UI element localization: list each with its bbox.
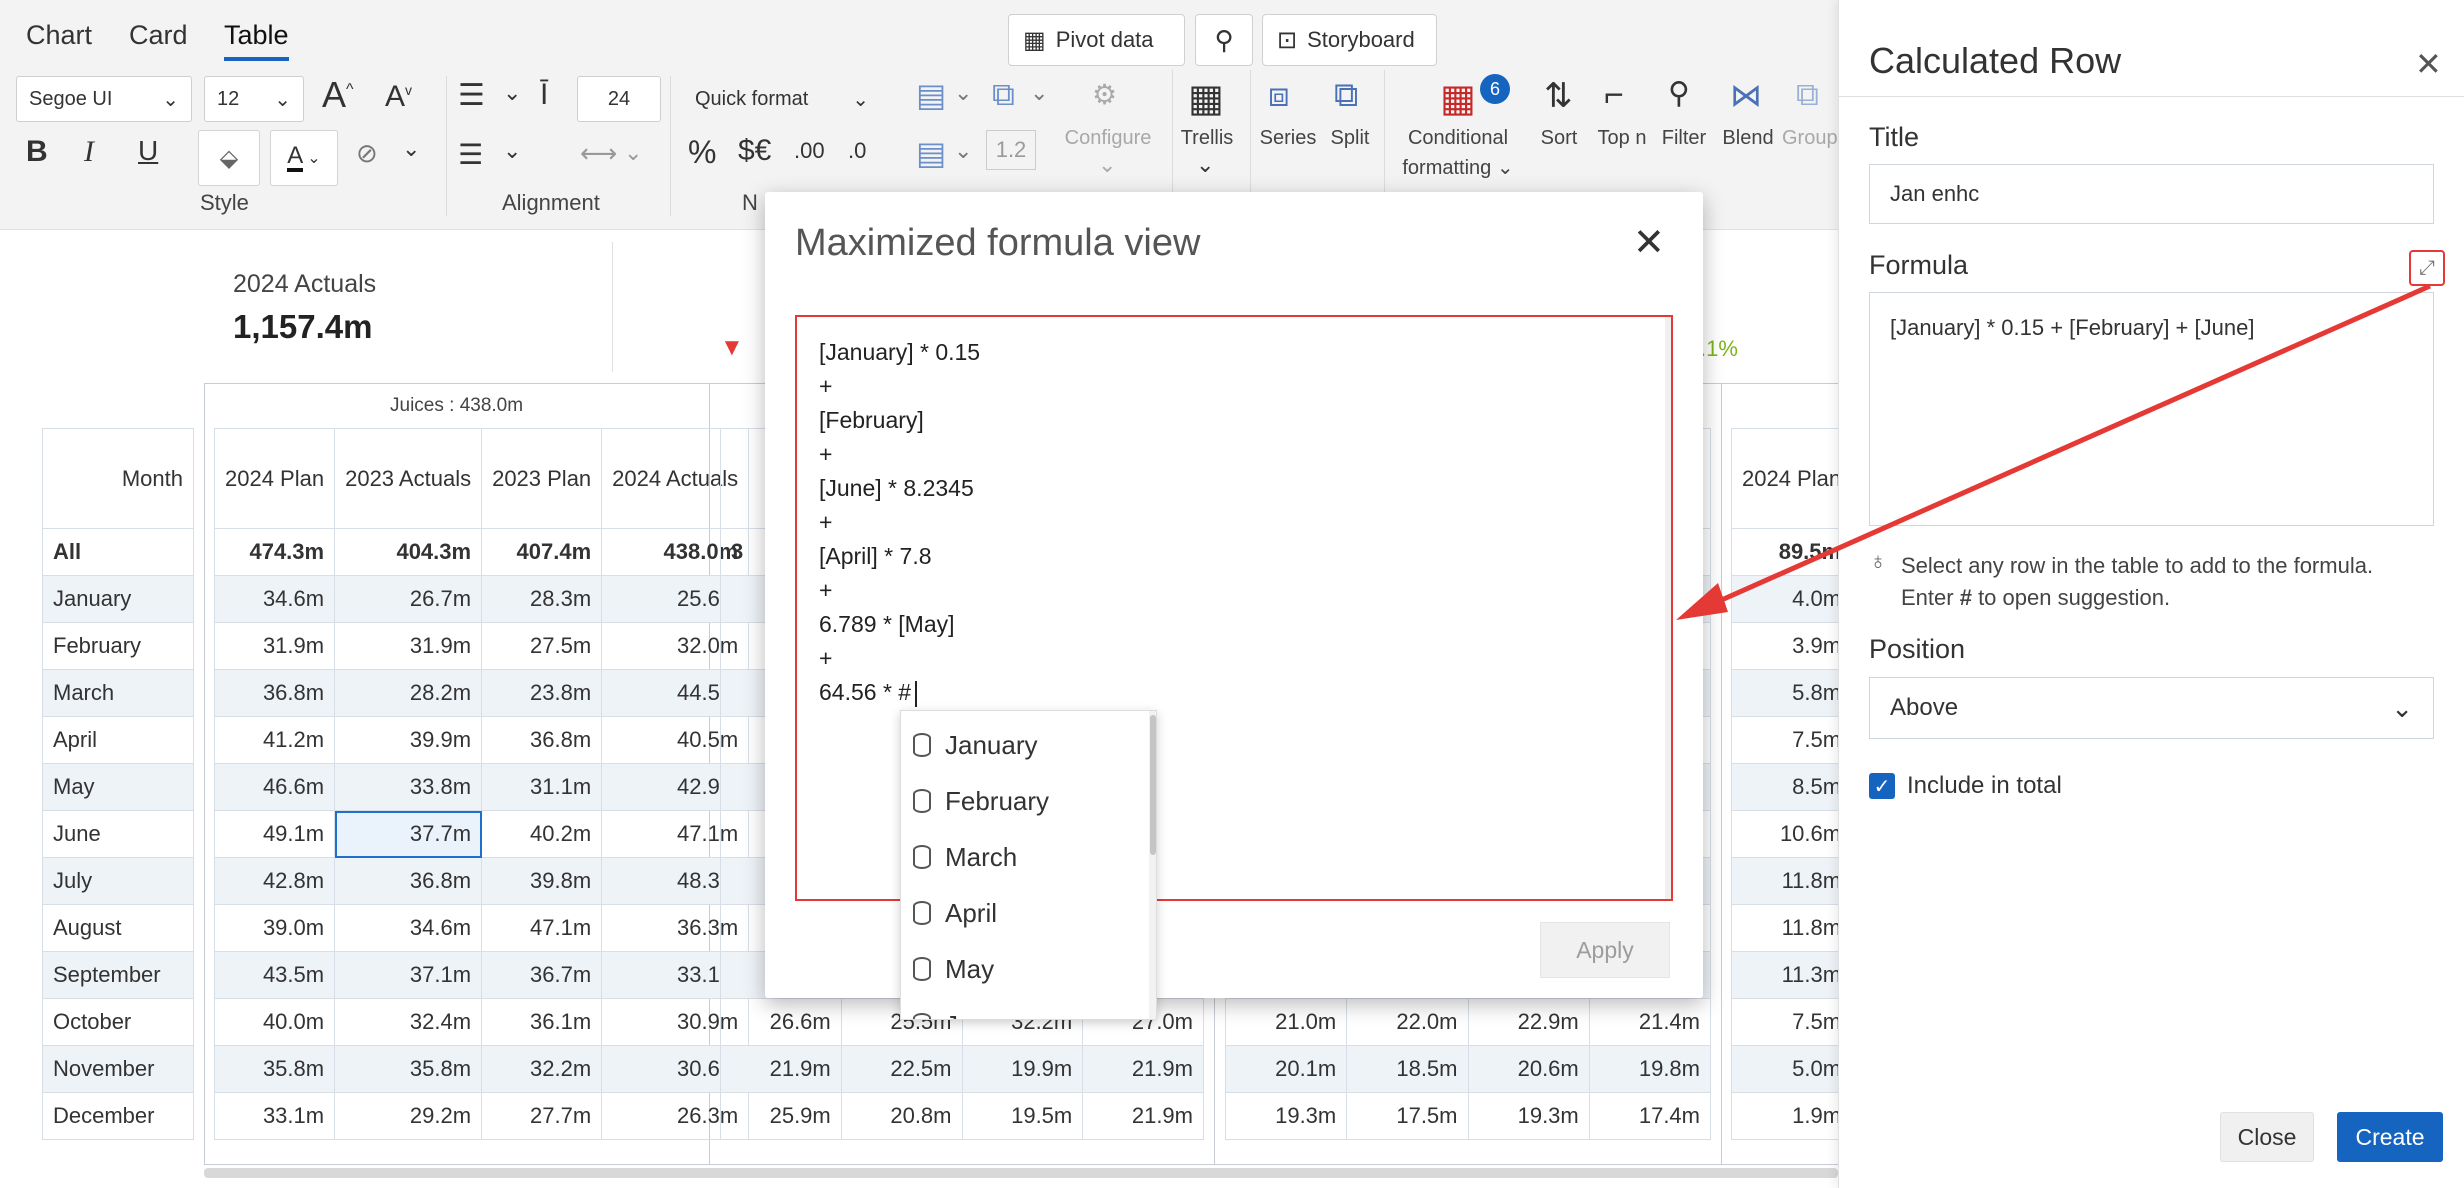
annotation-arrow (1676, 283, 2432, 620)
